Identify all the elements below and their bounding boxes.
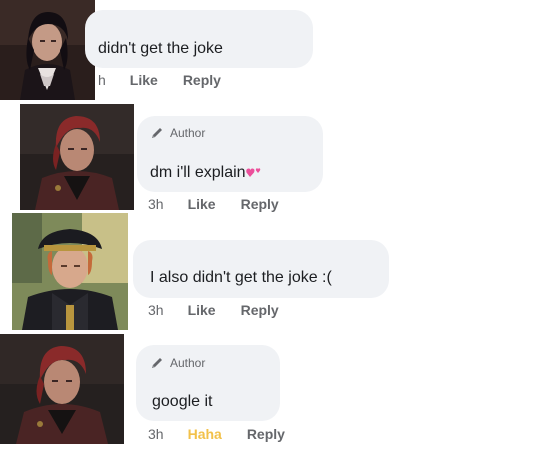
haha-reaction-button[interactable]: Haha [188, 426, 222, 442]
comment-text-4: google it [152, 393, 213, 410]
comment-text-1: didn't get the joke [98, 40, 223, 57]
comment-actions-2: 3h Like Reply [148, 196, 279, 212]
timestamp: 3h [148, 426, 164, 442]
comment-text-2: dm i'll explain [150, 164, 262, 182]
comment-text-2-body: dm i'll explain [150, 164, 246, 181]
author-badge: Author [150, 356, 205, 370]
two-hearts-icon [245, 168, 260, 177]
author-badge: Author [150, 126, 205, 140]
comment-actions-4: 3h Haha Reply [148, 426, 285, 442]
comment-actions-3: 3h Like Reply [148, 302, 279, 318]
avatar-portrait-cap [12, 213, 128, 330]
avatar-commenter-2[interactable] [20, 104, 134, 210]
avatar-commenter-4[interactable] [0, 334, 124, 444]
comment-actions-1: h Like Reply [98, 72, 221, 88]
avatar-portrait-red-hair [0, 334, 124, 444]
author-badge-label: Author [170, 356, 206, 370]
avatar-portrait-red-hair [20, 104, 134, 210]
pencil-icon [152, 128, 162, 138]
reply-button[interactable]: Reply [241, 302, 279, 318]
reply-button[interactable]: Reply [183, 72, 221, 88]
like-button[interactable]: Like [130, 72, 158, 88]
like-button[interactable]: Like [188, 302, 216, 318]
reply-button[interactable]: Reply [241, 196, 279, 212]
comment-text-3: I also didn't get the joke :( [150, 269, 332, 286]
avatar-portrait-dark-hair [0, 0, 95, 100]
timestamp: h [98, 72, 106, 88]
comment-bubble-1 [85, 10, 313, 68]
author-badge-label: Author [170, 126, 206, 140]
timestamp: 3h [148, 196, 164, 212]
pencil-icon [152, 358, 162, 368]
avatar-commenter-1[interactable] [0, 0, 95, 100]
reply-button[interactable]: Reply [247, 426, 285, 442]
timestamp: 3h [148, 302, 164, 318]
avatar-commenter-3[interactable] [12, 213, 128, 330]
like-button[interactable]: Like [188, 196, 216, 212]
